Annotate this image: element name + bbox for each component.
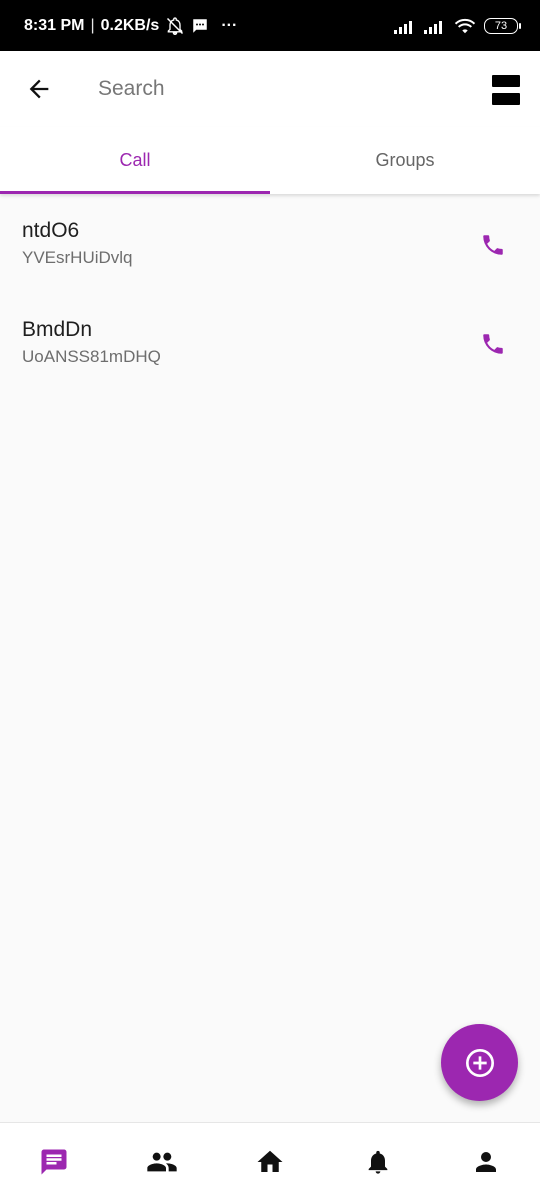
status-separator: | <box>90 16 95 34</box>
status-bar: 8:31 PM | 0.2KB/s ··· 73 <box>0 0 540 51</box>
call-button[interactable] <box>478 230 508 260</box>
phone-icon <box>480 232 506 258</box>
contact-detail: UoANSS81mDHQ <box>22 347 161 366</box>
signal-icon-2 <box>424 18 446 34</box>
status-network-speed: 0.2KB/s <box>100 16 160 34</box>
tab-call[interactable]: Call <box>0 127 270 194</box>
mute-alarm-icon <box>165 16 185 36</box>
search-input[interactable] <box>98 69 458 109</box>
wifi-icon <box>454 17 476 35</box>
contact-name: BmdDn <box>22 318 93 341</box>
home-icon <box>255 1147 285 1177</box>
contact-detail: YVEsrHUiDvlq <box>22 248 133 267</box>
people-icon <box>146 1146 178 1178</box>
list-item[interactable]: BmdDn UoANSS81mDHQ <box>0 295 540 394</box>
view-agenda-icon-top <box>492 75 520 87</box>
nav-notifications[interactable] <box>324 1123 432 1200</box>
phone-icon <box>480 331 506 357</box>
nav-contacts[interactable] <box>108 1123 216 1200</box>
nav-chats[interactable] <box>0 1123 108 1200</box>
view-agenda-icon-bottom <box>492 93 520 105</box>
nav-home[interactable] <box>216 1123 324 1200</box>
more-notifications-icon: ··· <box>221 16 238 34</box>
view-toggle-button[interactable] <box>492 75 522 105</box>
contact-name: ntdO6 <box>22 219 80 242</box>
add-circle-icon <box>464 1047 496 1079</box>
status-time: 8:31 PM <box>24 16 85 34</box>
chat-icon <box>39 1147 69 1177</box>
app-bar <box>0 51 540 127</box>
tab-bar: Call Groups <box>0 127 540 194</box>
nav-profile[interactable] <box>432 1123 540 1200</box>
back-button[interactable] <box>0 51 78 127</box>
tab-groups[interactable]: Groups <box>270 127 540 194</box>
battery-indicator: 73 <box>484 17 521 34</box>
bottom-navigation <box>0 1122 540 1200</box>
bell-icon <box>364 1147 392 1177</box>
list-item[interactable]: ntdO6 YVEsrHUiDvlq <box>0 196 540 295</box>
arrow-back-icon <box>25 75 53 103</box>
message-notification-icon <box>191 17 209 35</box>
signal-icon <box>394 18 416 34</box>
contact-list: ntdO6 YVEsrHUiDvlq BmdDn UoANSS81mDHQ <box>0 196 540 394</box>
person-icon <box>471 1147 501 1177</box>
add-button[interactable] <box>441 1024 518 1101</box>
call-button[interactable] <box>478 329 508 359</box>
